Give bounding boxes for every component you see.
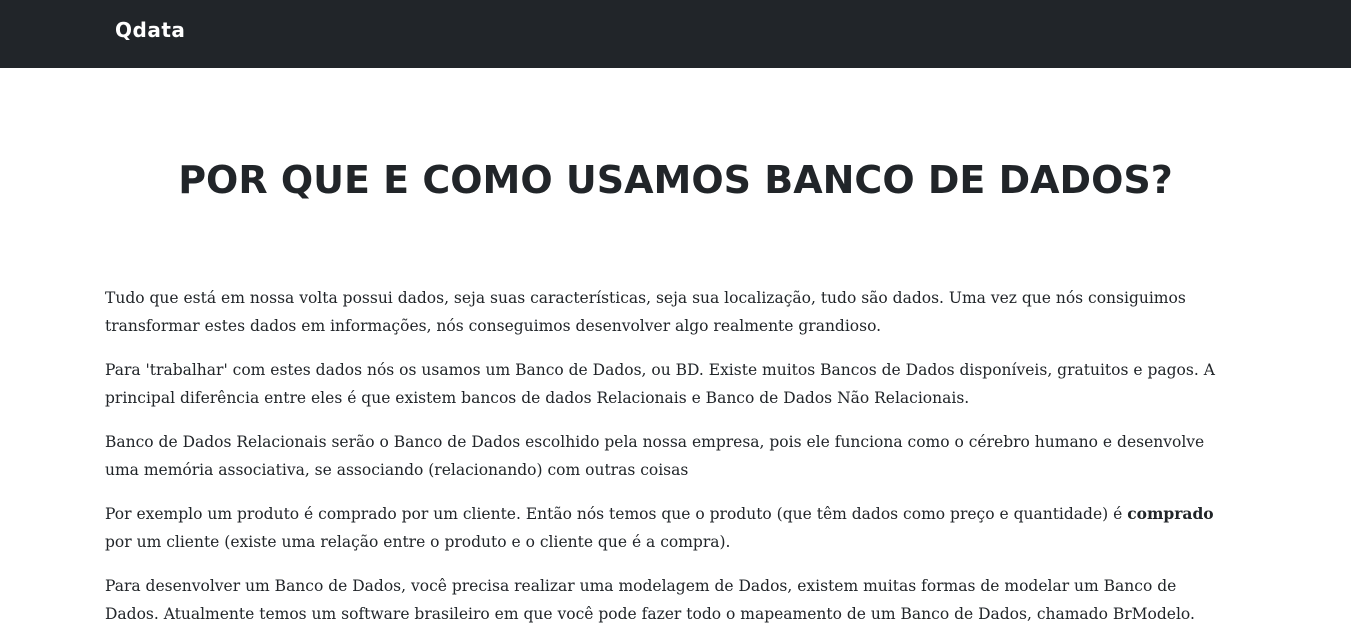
paragraph-2: Para 'trabalhar' com estes dados nós os … — [105, 361, 1215, 407]
paragraph-1: Tudo que está em nossa volta possui dado… — [105, 289, 1186, 335]
paragraph-4-bold-word: comprado — [1127, 504, 1214, 523]
page-title: POR QUE E COMO USAMOS BANCO DE DADOS? — [178, 158, 1173, 202]
paragraph-5: Para desenvolver um Banco de Dados, você… — [105, 577, 1195, 623]
top-navbar: Qdata — [0, 0, 1351, 68]
paragraph-4-text-start: Por exemplo um produto é comprado por um… — [105, 505, 1128, 523]
paragraph-4: Por exemplo um produto é comprado por um… — [105, 500, 1235, 556]
paragraph-4-text-end: por um cliente (existe uma relação entre… — [105, 533, 731, 551]
article-content: Tudo que está em nossa volta possui dado… — [105, 284, 1235, 644]
brand-logo-link[interactable]: Qdata — [115, 18, 185, 42]
paragraph-3: Banco de Dados Relacionais serão o Banco… — [105, 433, 1205, 479]
